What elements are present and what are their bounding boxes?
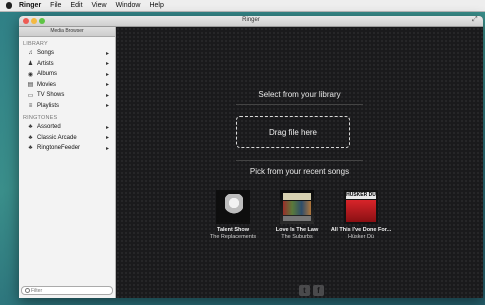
menu-help[interactable]: Help: [149, 2, 163, 9]
app-window: Ringer ⤢ Media Browser LIBRARY ♫ Songs ▸…: [19, 16, 483, 298]
film-icon: ▤: [27, 82, 34, 89]
recent-song-item[interactable]: Talent Show The Replacements: [201, 190, 265, 240]
sidebar-item-classic-arcade[interactable]: ♣ Classic Arcade ▸: [19, 133, 115, 144]
chevron-right-icon: ▸: [105, 103, 109, 110]
menu-file[interactable]: File: [50, 2, 61, 9]
sidebar-item-tv-shows[interactable]: ▭ TV Shows ▸: [19, 90, 115, 101]
facebook-icon[interactable]: f: [313, 285, 324, 296]
window-title: Ringer: [242, 17, 260, 23]
sidebar-item-label: TV Shows: [37, 92, 65, 99]
song-title: All This I've Done For...: [330, 227, 392, 233]
social-buttons: t f: [299, 285, 327, 296]
chevron-right-icon: ▸: [105, 71, 109, 78]
tv-icon: ▭: [27, 92, 34, 99]
song-artist: The Replacements: [209, 234, 257, 240]
sidebar-item-label: Artists: [37, 60, 54, 67]
select-library-heading: Select from your library: [258, 90, 341, 99]
playlist-icon: ≡: [28, 102, 33, 109]
chevron-right-icon: ▸: [105, 61, 109, 68]
song-title: Talent Show: [217, 227, 249, 233]
sidebar-item-label: Songs: [37, 50, 55, 57]
bell-icon: ♣: [28, 145, 33, 152]
divider: [236, 104, 363, 105]
album-cover-text: HÜSKER DÜ: [346, 192, 376, 199]
album-cover: [216, 190, 250, 224]
title-bar[interactable]: Ringer ⤢: [19, 16, 483, 27]
menu-edit[interactable]: Edit: [70, 2, 82, 9]
sidebar-item-ringtonefeeder[interactable]: ♣ RingtoneFeeder ▸: [19, 143, 115, 154]
recent-song-item[interactable]: Love Is The Law The Suburbs: [265, 190, 329, 240]
sidebar-item-albums[interactable]: ◉ Albums ▸: [19, 69, 115, 80]
fullscreen-icon[interactable]: ⤢: [472, 16, 478, 23]
sidebar-item-label: Albums: [37, 71, 58, 78]
filter-input[interactable]: [30, 287, 101, 294]
recent-song-item[interactable]: HÜSKER DÜ All This I've Done For... Hüsk…: [329, 190, 393, 240]
recent-songs-list: Talent Show The Replacements Love Is The…: [201, 190, 411, 240]
song-title: Love Is The Law: [275, 227, 319, 233]
bell-icon: ♣: [28, 134, 33, 141]
recent-songs-heading: Pick from your recent songs: [249, 167, 350, 176]
sidebar-header: Media Browser: [19, 27, 115, 37]
person-icon: ♟: [27, 61, 34, 68]
chevron-right-icon: ▸: [105, 135, 109, 142]
sidebar-item-label: Movies: [37, 81, 57, 88]
album-cover: [280, 190, 314, 224]
music-note-icon: ♫: [28, 50, 33, 57]
sidebar-item-movies[interactable]: ▤ Movies ▸: [19, 80, 115, 91]
sidebar-item-label: Assorted: [37, 124, 61, 131]
chevron-right-icon: ▸: [105, 124, 109, 131]
twitter-icon[interactable]: t: [299, 285, 310, 296]
sidebar-item-assorted[interactable]: ♣ Assorted ▸: [19, 122, 115, 133]
chevron-right-icon: ▸: [105, 82, 109, 89]
sidebar-item-songs[interactable]: ♫ Songs ▸: [19, 48, 115, 59]
media-browser-sidebar: Media Browser LIBRARY ♫ Songs ▸ ♟ Artist…: [19, 27, 116, 298]
chevron-right-icon: ▸: [105, 50, 109, 57]
song-artist: Hüsker Dü: [348, 234, 374, 240]
bell-icon: ♣: [28, 124, 33, 131]
divider: [236, 160, 363, 161]
album-icon: ◉: [27, 71, 34, 78]
library-section-label: LIBRARY: [23, 41, 48, 47]
ringtones-section-label: RINGTONES: [23, 115, 58, 121]
menu-window[interactable]: Window: [116, 2, 141, 9]
album-cover: HÜSKER DÜ: [344, 190, 378, 224]
sidebar-item-label: Classic Arcade: [37, 134, 77, 141]
sidebar-item-artists[interactable]: ♟ Artists ▸: [19, 59, 115, 70]
menu-view[interactable]: View: [92, 2, 107, 9]
apple-menu-icon[interactable]: [5, 2, 13, 9]
sidebar-item-label: Playlists: [37, 102, 60, 109]
filter-field[interactable]: [21, 286, 113, 295]
sidebar-item-label: RingtoneFeeder: [37, 145, 81, 152]
song-artist: The Suburbs: [281, 234, 313, 240]
chevron-right-icon: ▸: [105, 92, 109, 99]
drop-zone[interactable]: Drag file here: [236, 116, 350, 148]
menu-app-name[interactable]: Ringer: [19, 2, 41, 9]
menu-bar: Ringer File Edit View Window Help: [0, 0, 485, 12]
main-panel: Select from your library Drag file here …: [116, 27, 483, 298]
chevron-right-icon: ▸: [105, 145, 109, 152]
sidebar-item-playlists[interactable]: ≡ Playlists ▸: [19, 101, 115, 112]
